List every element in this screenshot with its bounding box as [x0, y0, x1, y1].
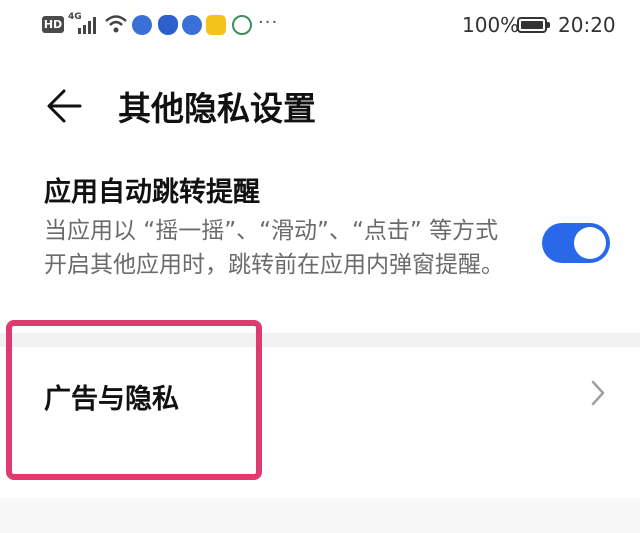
weibo-icon — [206, 15, 226, 35]
bottom-area — [0, 498, 640, 533]
hd-icon: HD — [42, 16, 64, 33]
battery-percent: 100% — [462, 13, 520, 37]
status-time: 20:20 — [558, 13, 616, 37]
setting-title: 应用自动跳转提醒 — [44, 177, 260, 208]
more-notifications-icon: ··· — [258, 12, 279, 33]
setting-description: 当应用以 “摇一摇”、“滑动”、“点击” 等方式开启其他应用时，跳转前在应用内弹… — [44, 218, 504, 278]
battery-tip — [547, 22, 550, 28]
status-bar: HD 4G ··· 100% 20:20 — [0, 0, 640, 52]
page-title: 其他隐私设置 — [118, 89, 316, 128]
baidu-paw-icon — [158, 15, 178, 35]
wifi-icon — [105, 15, 127, 33]
app-notification-icon-3 — [232, 15, 252, 35]
app-notification-icon — [132, 15, 152, 35]
auto-jump-toggle[interactable] — [542, 223, 610, 263]
back-arrow-icon[interactable] — [44, 86, 84, 126]
app-notification-icon-2 — [182, 15, 202, 35]
signal-icon — [78, 17, 96, 34]
chevron-right-icon — [591, 380, 605, 406]
toggle-knob — [574, 227, 606, 259]
battery-icon — [517, 17, 547, 33]
highlight-box — [6, 320, 262, 480]
